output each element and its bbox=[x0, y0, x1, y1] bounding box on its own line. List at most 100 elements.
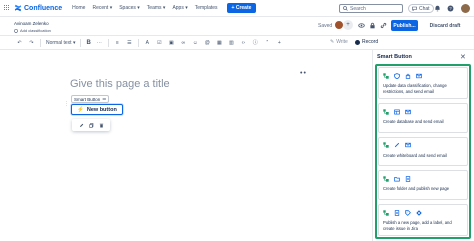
emoji-icon[interactable]: ☺ bbox=[192, 39, 199, 46]
layout-icon[interactable]: ▥ bbox=[228, 39, 235, 46]
button-floating-toolbar bbox=[72, 119, 110, 131]
confluence-logo-icon bbox=[14, 4, 22, 12]
plus-icon: + bbox=[346, 22, 350, 28]
shield-icon bbox=[394, 72, 400, 79]
template-card[interactable]: Create whiteboard and send email bbox=[378, 136, 468, 167]
toolbar-divider bbox=[137, 38, 139, 47]
saved-status: Saved bbox=[318, 23, 333, 29]
page-title-input[interactable]: Give this page a title bbox=[70, 78, 170, 90]
template-card-text: Update data classification, change restr… bbox=[383, 83, 447, 94]
confluence-logo[interactable]: Confluence bbox=[14, 4, 62, 12]
add-classification-label: Add classification bbox=[20, 28, 51, 33]
mail-icon bbox=[416, 73, 422, 79]
link-icon[interactable] bbox=[380, 22, 387, 29]
page-icon bbox=[394, 209, 400, 216]
toolbar-divider bbox=[40, 38, 41, 47]
search-icon bbox=[343, 6, 348, 11]
chat-button[interactable]: Chat bbox=[408, 4, 434, 13]
toolbar-divider bbox=[80, 38, 82, 47]
add-collaborator-button[interactable]: + bbox=[343, 20, 353, 30]
panel-title: Smart Button bbox=[377, 54, 412, 60]
flow-icon bbox=[383, 209, 389, 216]
template-card-text: Create folder and publish new page bbox=[383, 186, 450, 192]
nav-templates[interactable]: Templates bbox=[195, 5, 218, 11]
database-icon bbox=[394, 109, 400, 115]
chat-label: Chat bbox=[419, 5, 430, 12]
quote-icon[interactable]: ” bbox=[264, 39, 271, 46]
close-icon[interactable]: ✕ bbox=[460, 53, 466, 61]
jira-icon bbox=[416, 209, 422, 216]
record-button[interactable]: Record bbox=[355, 39, 378, 45]
more-formatting-icon[interactable]: ⋯ bbox=[96, 39, 103, 46]
flow-icon bbox=[383, 108, 389, 115]
page-author: Avinoam Zelenko bbox=[14, 21, 49, 26]
template-card-text: Create database and send email bbox=[383, 119, 444, 124]
new-button[interactable]: ⚡ New button bbox=[71, 104, 123, 115]
search-input[interactable]: Search bbox=[339, 4, 403, 13]
template-card-text: Create whiteboard and send email bbox=[383, 152, 447, 158]
eye-icon[interactable] bbox=[358, 22, 365, 29]
write-button[interactable]: ✎ Write bbox=[330, 39, 348, 45]
redo-icon[interactable]: ↷ bbox=[28, 39, 35, 46]
code-icon[interactable]: ‹› bbox=[240, 39, 247, 46]
edit-icon[interactable] bbox=[78, 122, 84, 128]
drag-handle-icon[interactable]: ⋮ bbox=[64, 101, 69, 107]
bold-button[interactable]: B bbox=[86, 40, 90, 46]
discard-draft-button[interactable]: Discard draft bbox=[421, 20, 469, 31]
create-button[interactable]: + Create bbox=[226, 3, 257, 13]
app-switcher-icon[interactable] bbox=[4, 5, 10, 11]
text-color-icon[interactable]: A bbox=[144, 39, 151, 46]
undo-icon[interactable]: ↶ bbox=[16, 39, 23, 46]
editor-toolbar: ↶ ↷ Normal text ▾ B ⋯ ≡ ☰ A ☑ ▣ ∞ ☺ @ ▦ … bbox=[0, 35, 474, 50]
publish-button[interactable]: Publish... bbox=[391, 20, 418, 31]
profile-avatar[interactable] bbox=[461, 4, 470, 13]
lightning-icon: ⚡ bbox=[77, 106, 84, 113]
search-placeholder: Search bbox=[350, 5, 366, 12]
record-icon bbox=[355, 39, 360, 45]
nav-apps[interactable]: Apps ▾ bbox=[172, 5, 187, 11]
nav-teams[interactable]: Teams ▾ bbox=[147, 5, 166, 11]
delete-icon[interactable] bbox=[98, 122, 104, 128]
nav-recent[interactable]: Recent ▾ bbox=[92, 5, 112, 11]
template-card[interactable]: Update data classification, change restr… bbox=[378, 67, 468, 99]
image-icon[interactable]: ▣ bbox=[168, 39, 175, 46]
link-icon[interactable]: ∞ bbox=[180, 39, 187, 46]
copy-icon[interactable] bbox=[88, 122, 94, 128]
smart-button-tag[interactable]: Smart Button ⚌ bbox=[71, 95, 110, 103]
smart-button-tag-label: Smart Button bbox=[74, 96, 101, 102]
brand-name: Confluence bbox=[24, 4, 63, 12]
help-icon[interactable]: ? bbox=[447, 5, 454, 12]
numbered-list-icon[interactable]: ☰ bbox=[126, 39, 133, 46]
add-classification-link[interactable]: Add classification bbox=[14, 28, 51, 33]
template-cards-list: Update data classification, change restr… bbox=[375, 64, 471, 239]
template-card[interactable]: Publish a new page, add a label, and cre… bbox=[378, 204, 468, 237]
task-icon[interactable]: ☑ bbox=[156, 39, 163, 46]
page-icon bbox=[405, 176, 411, 182]
record-label: Record bbox=[362, 39, 379, 45]
lock-icon bbox=[405, 73, 411, 79]
settings-sliders-icon: ⚌ bbox=[102, 96, 107, 101]
mail-icon bbox=[405, 109, 411, 115]
mail-icon bbox=[405, 142, 411, 148]
flow-icon bbox=[383, 142, 389, 148]
whiteboard-icon bbox=[394, 142, 400, 148]
template-card[interactable]: Create folder and publish new page bbox=[378, 170, 468, 201]
write-label: Write bbox=[336, 39, 348, 45]
flow-icon bbox=[383, 176, 389, 182]
notifications-bell-icon[interactable] bbox=[434, 5, 441, 12]
nav-spaces[interactable]: Spaces ▾ bbox=[119, 5, 140, 11]
table-icon[interactable]: ▦ bbox=[216, 39, 223, 46]
nav-home[interactable]: Home bbox=[72, 5, 85, 11]
lock-icon[interactable] bbox=[369, 22, 376, 29]
bullet-list-icon[interactable]: ≡ bbox=[114, 39, 121, 46]
info-panel-icon[interactable]: ⓘ bbox=[252, 39, 259, 46]
text-style-select[interactable]: Normal text ▾ bbox=[46, 40, 75, 46]
insert-plus-icon[interactable]: + bbox=[276, 39, 283, 46]
flow-icon bbox=[383, 72, 389, 79]
toolbar-divider bbox=[107, 38, 109, 47]
mention-icon[interactable]: @ bbox=[204, 39, 211, 46]
more-options-icon[interactable]: •• bbox=[300, 70, 307, 77]
shield-icon bbox=[14, 28, 18, 33]
new-button-label: New button bbox=[86, 106, 117, 113]
template-card[interactable]: Create database and send email bbox=[378, 103, 468, 133]
